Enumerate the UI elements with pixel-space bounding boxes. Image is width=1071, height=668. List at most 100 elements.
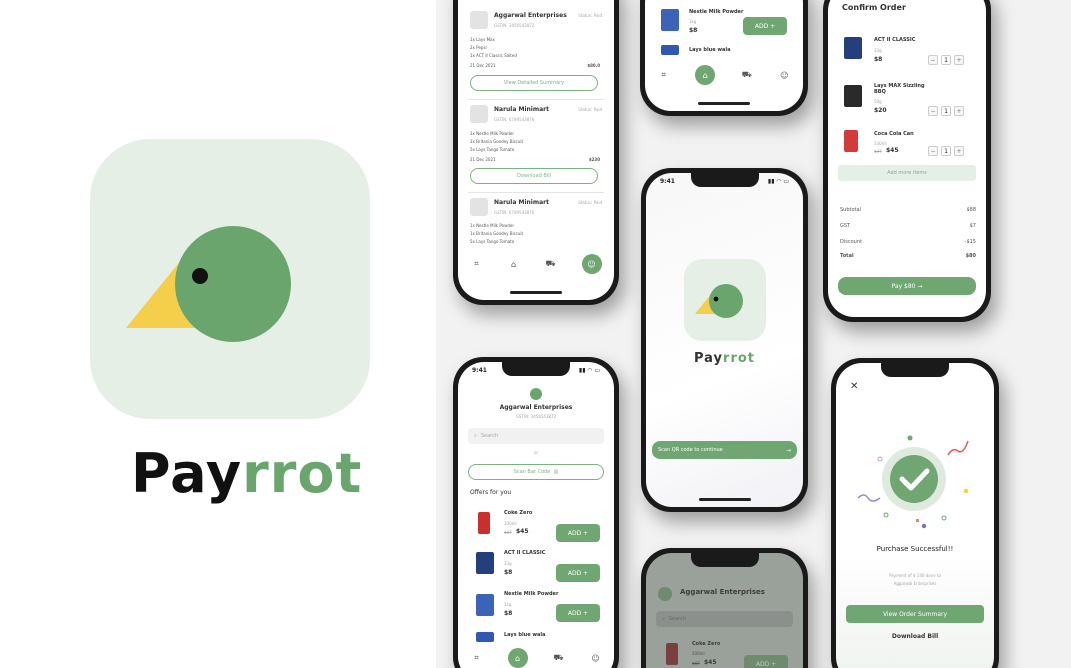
scan-icon[interactable]: ⌗ bbox=[471, 652, 483, 664]
add-more-items-button[interactable]: Add more items bbox=[838, 165, 976, 181]
product-old-price: $47 bbox=[692, 661, 700, 666]
signal-icon: ▮▮ ◠ ▭ bbox=[767, 178, 789, 185]
pay-button[interactable]: Pay $80 → bbox=[838, 277, 976, 295]
product-name: Nestle Milk Powder bbox=[689, 9, 744, 15]
add-button[interactable]: ADD + bbox=[556, 564, 600, 582]
add-more-items-label: Add more items bbox=[887, 170, 927, 176]
splash-logo bbox=[684, 259, 766, 341]
search-input[interactable]: ⌕ Search bbox=[656, 611, 793, 627]
barcode-icon: ▥ bbox=[553, 469, 559, 475]
add-button[interactable]: ADD + bbox=[556, 604, 600, 622]
store-thumbnail bbox=[470, 105, 488, 123]
cart-icon[interactable]: ⛟ bbox=[545, 258, 557, 270]
view-order-summary-button[interactable]: View Order Summary bbox=[846, 605, 984, 623]
order-item: 1x Nestle Milk Powder bbox=[470, 131, 515, 136]
search-placeholder: Search bbox=[480, 433, 498, 439]
quantity-value: 1 bbox=[941, 106, 951, 116]
store-thumbnail bbox=[470, 11, 488, 29]
bottom-navbar: ⌗ ⌂ ⛟ ☺ bbox=[458, 646, 614, 668]
bottom-navbar: ⌗ ⌂ ⛟ ☺ bbox=[645, 63, 803, 87]
order-item: 1x Lays Max bbox=[470, 37, 495, 42]
product-price: $8 bbox=[504, 610, 513, 617]
profile-icon[interactable]: ☺ bbox=[590, 652, 602, 664]
splash-brand: Payrrot bbox=[646, 351, 803, 366]
confirm-order-screen: Confirm Order ACT II CLASSIC 33g $8 −1 + … bbox=[828, 0, 986, 317]
store-dimmed-screen: Aggarwal Enterprises ⌕ Search Coke Zero 2… bbox=[646, 553, 803, 668]
phone-store-dimmed: Aggarwal Enterprises ⌕ Search Coke Zero 2… bbox=[641, 548, 808, 668]
scan-icon[interactable]: ⌗ bbox=[471, 258, 483, 270]
add-button[interactable]: ADD + bbox=[744, 655, 788, 668]
summary-label: Subtotal bbox=[840, 207, 861, 213]
quantity-stepper[interactable]: −1 + bbox=[928, 146, 964, 156]
download-bill-button[interactable]: Download Bill bbox=[470, 168, 598, 184]
home-indicator bbox=[698, 102, 750, 105]
product-name: Coke Zero bbox=[692, 641, 721, 647]
home-indicator bbox=[698, 498, 751, 501]
view-detailed-summary-button[interactable]: View Detailed Summary bbox=[470, 75, 598, 91]
increment-button[interactable]: + bbox=[954, 106, 964, 116]
brand-part1: Pay bbox=[131, 442, 243, 505]
order-status: Status: Paid bbox=[578, 13, 602, 18]
scan-barcode-label: Scan Bar Code bbox=[513, 469, 551, 475]
pay-label: Pay $80 bbox=[891, 282, 916, 290]
home-icon[interactable]: ⌂ bbox=[508, 258, 520, 270]
close-icon[interactable]: ✕ bbox=[850, 381, 858, 392]
summary-value: $88 bbox=[966, 207, 976, 213]
phone-shop-list: Nestle Milk Powder 1kg $8 ADD + Lays blu… bbox=[640, 0, 808, 116]
product-name: Nestle Milk Powder bbox=[504, 591, 559, 597]
product-weight: 1kg bbox=[504, 602, 512, 607]
add-button[interactable]: ADD + bbox=[556, 524, 600, 542]
product-name: Coca Cola Can bbox=[874, 131, 914, 137]
product-name: Lays blue wala bbox=[504, 632, 546, 638]
product-price: $45 bbox=[886, 147, 899, 154]
product-price: $8 bbox=[689, 27, 698, 34]
scan-icon[interactable]: ⌗ bbox=[658, 69, 670, 81]
profile-icon[interactable]: ☺ bbox=[581, 254, 602, 274]
product-image bbox=[844, 37, 862, 59]
search-icon: ⌕ bbox=[662, 616, 665, 622]
parrot-logo-icon bbox=[695, 284, 743, 318]
phone-confirm-order: Confirm Order ACT II CLASSIC 33g $8 −1 + … bbox=[823, 0, 991, 322]
increment-button[interactable]: + bbox=[954, 55, 964, 65]
order-item: 5x Lays Tango Tomato bbox=[470, 147, 515, 152]
quantity-stepper[interactable]: −1 + bbox=[928, 106, 964, 116]
product-price: $20 bbox=[874, 107, 887, 114]
cart-icon[interactable]: ⛟ bbox=[741, 69, 753, 81]
summary-value: $7 bbox=[969, 223, 976, 229]
signal-icon: ▮▮ ◠ ▭ bbox=[578, 367, 600, 374]
home-icon[interactable]: ⌂ bbox=[695, 65, 716, 85]
product-price: $45 bbox=[704, 659, 717, 666]
product-weight: 1kg bbox=[689, 19, 697, 24]
download-bill-link[interactable]: Download Bill bbox=[836, 633, 994, 640]
divider bbox=[468, 192, 604, 193]
product-name: Lays MAX Sizzling BBQ bbox=[874, 83, 925, 95]
notch bbox=[502, 362, 570, 376]
add-button[interactable]: ADD + bbox=[743, 17, 787, 35]
quantity-stepper[interactable]: −1 + bbox=[928, 55, 964, 65]
splash-brand-part2: rrot bbox=[723, 351, 755, 366]
decrement-button[interactable]: − bbox=[928, 106, 938, 116]
decrement-button[interactable]: − bbox=[928, 146, 938, 156]
search-input[interactable]: ⌕ Search bbox=[468, 428, 604, 444]
profile-icon[interactable]: ☺ bbox=[778, 69, 790, 81]
scan-qr-button[interactable]: Scan QR code to continue → bbox=[652, 441, 797, 459]
order-item: 1x Nestle Milk Powder bbox=[470, 223, 515, 228]
order-history-screen: Aggarwal Enterprises GSTIN: 3456543872 S… bbox=[458, 0, 614, 300]
product-name: ACT II CLASSIC bbox=[874, 37, 916, 43]
product-old-price: $47 bbox=[874, 149, 882, 154]
cart-icon[interactable]: ⛟ bbox=[553, 652, 565, 664]
scan-barcode-button[interactable]: Scan Bar Code ▥ bbox=[468, 464, 604, 480]
order-item: 1x ACT II Classic Salted bbox=[470, 53, 517, 58]
purchase-success-screen: ✕ Purchase Successful!! Payment of $ 140… bbox=[836, 363, 994, 668]
store-gstin: GSTIN: 3456543872 bbox=[515, 414, 557, 419]
order-item: 1x Britania Goodey Biscuit bbox=[470, 231, 524, 236]
product-price: $45 bbox=[516, 528, 529, 535]
shop-list-screen: Nestle Milk Powder 1kg $8 ADD + Lays blu… bbox=[645, 0, 803, 111]
payrrot-showcase: Payrrot Aggarwal Enterprises GSTIN: 3456… bbox=[0, 0, 1071, 668]
home-indicator bbox=[510, 291, 562, 294]
product-old-price: $47 bbox=[504, 530, 512, 535]
home-icon[interactable]: ⌂ bbox=[507, 648, 528, 668]
summary-label: Total bbox=[840, 253, 854, 259]
increment-button[interactable]: + bbox=[954, 146, 964, 156]
decrement-button[interactable]: − bbox=[928, 55, 938, 65]
